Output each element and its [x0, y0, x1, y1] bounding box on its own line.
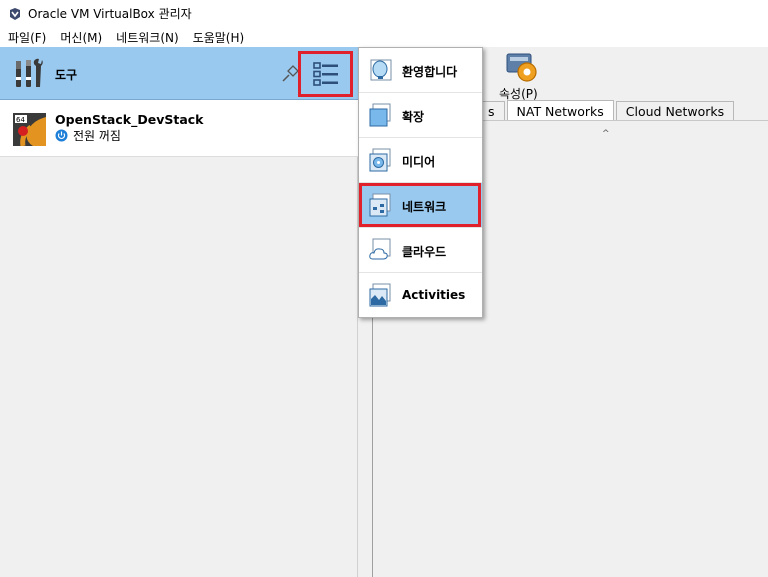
properties-gear-icon: [506, 53, 537, 82]
tab-cloud-networks-label: Cloud Networks: [625, 104, 725, 119]
menu-bar: 파일(F) 머신(M) 네트워크(N) 도움말(H): [0, 27, 768, 47]
vm-os-icon: 64: [13, 113, 46, 146]
menu-item-media-label: 미디어: [402, 155, 436, 169]
network-tabs: s NAT Networks Cloud Networks: [478, 100, 736, 121]
tab-nat-networks[interactable]: NAT Networks: [506, 100, 614, 121]
menu-item-extensions-label: 확장: [402, 110, 425, 124]
tools-dropdown-menu: 환영합니다 확장 미디어 네트워크 클라우드 Activities: [358, 47, 483, 318]
menu-help[interactable]: 도움말(H): [189, 29, 249, 46]
menu-item-cloud[interactable]: 클라우드: [359, 228, 482, 273]
window-title: Oracle VM VirtualBox 관리자: [28, 7, 192, 21]
machine-list-pane: 도구 64 OpenStack_DevStack 전원 꺼짐: [0, 47, 358, 577]
menu-item-activities[interactable]: Activities: [359, 273, 482, 318]
tools-icon: [16, 58, 43, 87]
tab-host-networks-label: s: [488, 104, 495, 119]
tools-label: 도구: [55, 68, 78, 82]
menu-file[interactable]: 파일(F): [4, 29, 50, 46]
menu-item-activities-label: Activities: [402, 288, 466, 302]
tab-nat-networks-label: NAT Networks: [516, 103, 604, 119]
title-bar: Oracle VM VirtualBox 관리자: [0, 0, 768, 27]
menu-item-cloud-label: 클라우드: [402, 245, 447, 259]
vm-state: 전원 꺼짐: [73, 129, 121, 143]
tools-menu-button[interactable]: [298, 51, 353, 97]
network-icon: [369, 193, 391, 217]
vm-list-item[interactable]: 64 OpenStack_DevStack 전원 꺼짐: [0, 100, 358, 157]
tools-item[interactable]: 도구: [0, 47, 358, 100]
menu-network[interactable]: 네트워크(N): [112, 29, 183, 46]
activities-icon: [369, 283, 391, 307]
menu-item-welcome-label: 환영합니다: [402, 65, 458, 79]
list-menu-icon: [312, 62, 338, 86]
cloud-icon: [369, 238, 391, 260]
vm-name: OpenStack_DevStack: [55, 112, 204, 127]
sort-indicator-icon: ^: [602, 129, 610, 139]
tab-cloud-networks[interactable]: Cloud Networks: [615, 101, 735, 121]
extension-icon: [369, 103, 391, 127]
menu-item-network-label: 네트워크: [402, 200, 447, 214]
menu-machine[interactable]: 머신(M): [56, 29, 106, 46]
menu-item-welcome[interactable]: 환영합니다: [359, 48, 482, 93]
media-icon: [369, 148, 391, 172]
menu-item-network[interactable]: 네트워크: [359, 183, 482, 228]
properties-button[interactable]: 속성(P): [495, 52, 551, 101]
virtualbox-app-icon: [10, 7, 20, 20]
welcome-icon: [370, 59, 392, 81]
menu-item-media[interactable]: 미디어: [359, 138, 482, 183]
power-off-icon: [55, 129, 68, 142]
os-badge-text: 64: [16, 116, 25, 124]
menu-item-extensions[interactable]: 확장: [359, 93, 482, 138]
